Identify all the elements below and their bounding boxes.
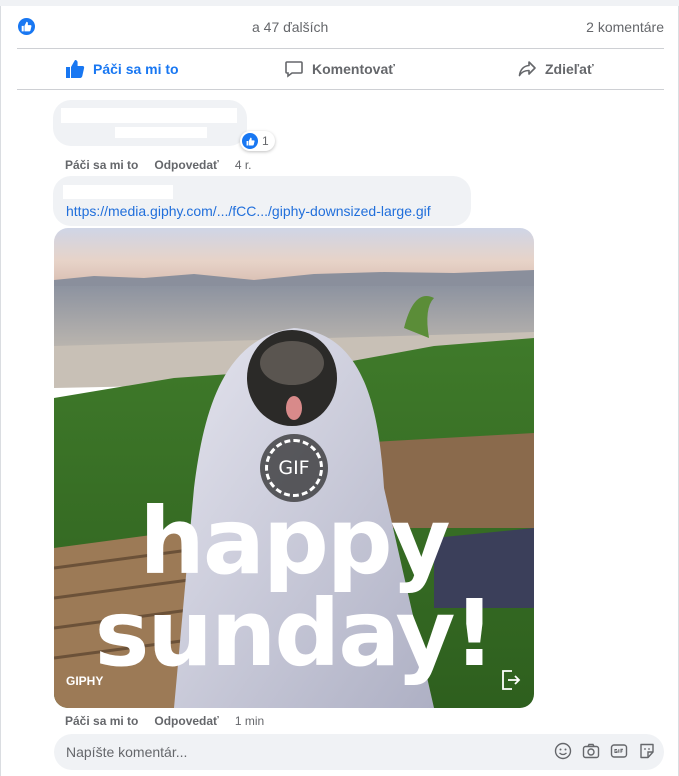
sticker-icon[interactable] xyxy=(638,742,656,760)
thumbs-up-icon xyxy=(66,60,85,78)
comment-input[interactable]: Napíšte komentár... xyxy=(54,734,664,770)
comment-timestamp[interactable]: 1 min xyxy=(235,714,264,728)
giphy-logo: GIPHY xyxy=(66,674,104,688)
comments-count[interactable]: 2 komentáre xyxy=(586,19,664,35)
comment-like-link[interactable]: Páči sa mi to xyxy=(65,714,138,728)
reactions-others-count[interactable]: a 47 ďalších xyxy=(252,19,328,35)
comment-meta: Páči sa mi to Odpovedať 4 r. xyxy=(65,157,252,173)
emoji-icon[interactable] xyxy=(554,742,572,760)
share-button-label: Zdieľať xyxy=(545,61,594,77)
like-button[interactable]: Páči sa mi to xyxy=(65,49,179,89)
comment-reaction-count[interactable]: 1 xyxy=(240,131,275,151)
comment-meta: Páči sa mi to Odpovedať 1 min xyxy=(65,713,264,729)
post-action-bar: Páči sa mi to Komentovať Zdieľať xyxy=(17,48,664,90)
gif-attachment[interactable]: GIF happy sunday! GIPHY xyxy=(54,228,534,708)
comment-button[interactable]: Komentovať xyxy=(284,49,395,89)
comment-bubble xyxy=(53,100,247,146)
comment-timestamp[interactable]: 4 r. xyxy=(235,158,252,172)
post-footer-card: a 47 ďalších 2 komentáre Páči sa mi to K… xyxy=(0,6,679,776)
composer-tools xyxy=(554,742,656,762)
comment-reply-link[interactable]: Odpovedať xyxy=(154,714,218,728)
comment-button-label: Komentovať xyxy=(312,61,395,77)
redacted-comment-text xyxy=(115,127,207,138)
like-button-label: Páči sa mi to xyxy=(93,61,179,77)
like-reaction-icon xyxy=(242,133,258,149)
comment-like-link[interactable]: Páči sa mi to xyxy=(65,158,138,172)
share-button[interactable]: Zdieľať xyxy=(517,49,594,89)
gif-caption-line2: sunday! xyxy=(94,580,496,687)
comment-reply-link[interactable]: Odpovedať xyxy=(154,158,218,172)
reaction-count-value: 1 xyxy=(262,134,269,148)
speech-bubble-icon xyxy=(285,61,303,78)
like-reaction-icon[interactable] xyxy=(17,17,36,36)
comment-input-placeholder: Napíšte komentár... xyxy=(66,744,188,760)
camera-icon[interactable] xyxy=(582,742,600,760)
gif-icon[interactable] xyxy=(610,742,628,760)
gif-caption-line1: happy xyxy=(139,488,450,595)
comment-bubble: https://media.giphy.com/.../fCC.../giphy… xyxy=(53,176,471,226)
redacted-author-name xyxy=(61,108,237,123)
gif-link[interactable]: https://media.giphy.com/.../fCC.../giphy… xyxy=(66,203,431,219)
share-arrow-icon xyxy=(518,61,536,77)
reaction-stats-bar: a 47 ďalších 2 komentáre xyxy=(1,14,679,40)
open-external-icon[interactable] xyxy=(498,668,522,692)
redacted-author-name xyxy=(63,185,173,199)
